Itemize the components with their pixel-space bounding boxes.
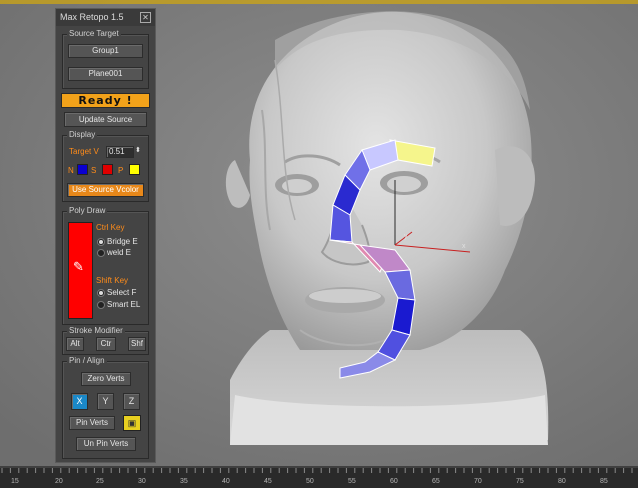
head-model bbox=[225, 11, 549, 445]
axis-x-button[interactable]: X bbox=[71, 393, 88, 410]
source-button[interactable]: Group1 bbox=[68, 44, 143, 58]
ruler-tick: 80 bbox=[558, 478, 566, 485]
ruler-tick: 25 bbox=[96, 478, 104, 485]
display-label: Display bbox=[67, 130, 98, 140]
zero-verts-button[interactable]: Zero Verts bbox=[81, 372, 131, 386]
target-button[interactable]: Plane001 bbox=[68, 67, 143, 81]
ctr-button[interactable]: Ctr bbox=[96, 337, 116, 351]
pin-align-label: Pin / Align bbox=[67, 356, 107, 366]
stroke-modifier-label: Stroke Modifier bbox=[67, 326, 125, 336]
close-icon[interactable]: ✕ bbox=[140, 12, 151, 23]
unpin-verts-button[interactable]: Un Pin Verts bbox=[76, 437, 136, 451]
select-f-radio[interactable] bbox=[97, 289, 105, 297]
weld-e-label: weld E bbox=[107, 248, 132, 257]
target-v-label: Target V bbox=[69, 147, 99, 156]
ruler-tick: 55 bbox=[348, 478, 356, 485]
ruler-tick: 35 bbox=[180, 478, 188, 485]
smart-el-label: Smart EL bbox=[107, 300, 141, 309]
alt-button[interactable]: Alt bbox=[66, 337, 84, 351]
source-target-label: Source Target bbox=[67, 29, 121, 39]
p-color-swatch[interactable] bbox=[129, 164, 140, 175]
n-color-swatch[interactable] bbox=[77, 164, 88, 175]
select-f-label: Select F bbox=[107, 288, 137, 297]
n-label: N bbox=[68, 166, 74, 175]
bridge-e-label: Bridge E bbox=[107, 237, 138, 246]
gizmo-x-label: x bbox=[462, 243, 466, 250]
axis-z-button[interactable]: Z bbox=[123, 393, 140, 410]
shift-key-label: Shift Key bbox=[96, 276, 129, 285]
retopo-panel: Max Retopo 1.5 ✕ Source Target Group1 Pl… bbox=[55, 8, 156, 463]
ruler-tick: 40 bbox=[222, 478, 230, 485]
gizmo-y-label: y bbox=[404, 233, 408, 240]
ruler-tick: 45 bbox=[264, 478, 272, 485]
poly-draw-label: Poly Draw bbox=[67, 206, 108, 216]
panel-title-bar: Max Retopo 1.5 ✕ bbox=[56, 9, 155, 26]
s-color-swatch[interactable] bbox=[102, 164, 113, 175]
ruler-tick: 85 bbox=[600, 478, 608, 485]
pin-verts-button[interactable]: Pin Verts bbox=[69, 416, 115, 430]
weld-e-radio[interactable] bbox=[97, 249, 105, 257]
target-v-input[interactable]: 0.51 bbox=[106, 146, 134, 158]
use-source-vcolor-button[interactable]: Use Source Vcolor bbox=[67, 183, 144, 197]
status-ready-badge: Ready ! bbox=[61, 93, 150, 108]
ruler-tick: 20 bbox=[55, 478, 63, 485]
pen-icon: ✎ bbox=[73, 259, 84, 274]
ruler-tick: 75 bbox=[516, 478, 524, 485]
bridge-e-radio[interactable] bbox=[97, 238, 105, 246]
pin-lock-icon[interactable]: ▣ bbox=[123, 415, 141, 431]
target-v-spinner-icon[interactable]: ⬍ bbox=[135, 146, 141, 154]
ctrl-key-label: Ctrl Key bbox=[96, 223, 125, 232]
p-label: P bbox=[118, 166, 124, 175]
ruler-tick: 70 bbox=[474, 478, 482, 485]
axis-y-button[interactable]: Y bbox=[97, 393, 114, 410]
s-label: S bbox=[91, 166, 97, 175]
timeline-ruler[interactable]: 15 20 25 30 35 40 45 50 55 60 65 70 75 8… bbox=[0, 466, 638, 488]
ruler-tick: 65 bbox=[432, 478, 440, 485]
update-source-button[interactable]: Update Source bbox=[64, 112, 147, 127]
shf-button[interactable]: Shf bbox=[128, 337, 146, 351]
smart-el-radio[interactable] bbox=[97, 301, 105, 309]
ruler-tick: 60 bbox=[390, 478, 398, 485]
ruler-tick: 50 bbox=[306, 478, 314, 485]
ruler-tick: 15 bbox=[11, 478, 19, 485]
panel-title: Max Retopo 1.5 bbox=[60, 12, 124, 22]
ruler-tick: 30 bbox=[138, 478, 146, 485]
